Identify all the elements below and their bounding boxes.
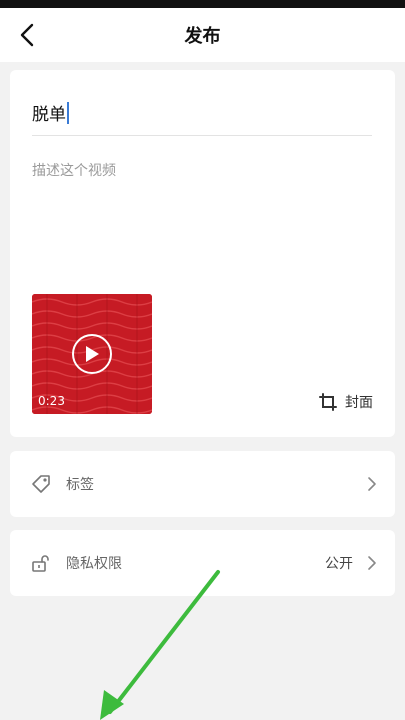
- chevron-right-icon: [365, 553, 379, 573]
- description-input[interactable]: 描述这个视频: [32, 160, 116, 180]
- tags-row[interactable]: 标签: [10, 451, 395, 517]
- back-button[interactable]: [14, 20, 40, 50]
- top-navigation-bar: 发布: [0, 8, 405, 62]
- video-thumbnail[interactable]: 0:23: [32, 294, 152, 414]
- chevron-right-icon: [365, 474, 379, 494]
- privacy-label: 隐私权限: [66, 556, 122, 572]
- title-input-value: 脱单: [32, 105, 66, 125]
- cover-button[interactable]: 封面: [319, 392, 373, 412]
- title-input[interactable]: 脱单: [32, 90, 372, 136]
- tags-label: 标签: [66, 477, 94, 493]
- video-duration: 0:23: [38, 394, 65, 408]
- tag-icon: [30, 473, 52, 495]
- page-title: 发布: [184, 26, 221, 47]
- text-caret: [67, 101, 69, 124]
- publish-form-card: 脱单 描述这个视频 0:23 封面: [10, 70, 395, 437]
- play-icon: [86, 346, 99, 362]
- cover-label: 封面: [345, 395, 373, 411]
- play-button[interactable]: [72, 334, 112, 374]
- privacy-row[interactable]: 隐私权限 公开: [10, 530, 395, 596]
- back-arrow-icon: [20, 23, 34, 47]
- unlock-icon: [30, 552, 52, 574]
- privacy-value: 公开: [325, 556, 353, 572]
- crop-icon: [319, 393, 337, 411]
- status-bar: [0, 0, 405, 8]
